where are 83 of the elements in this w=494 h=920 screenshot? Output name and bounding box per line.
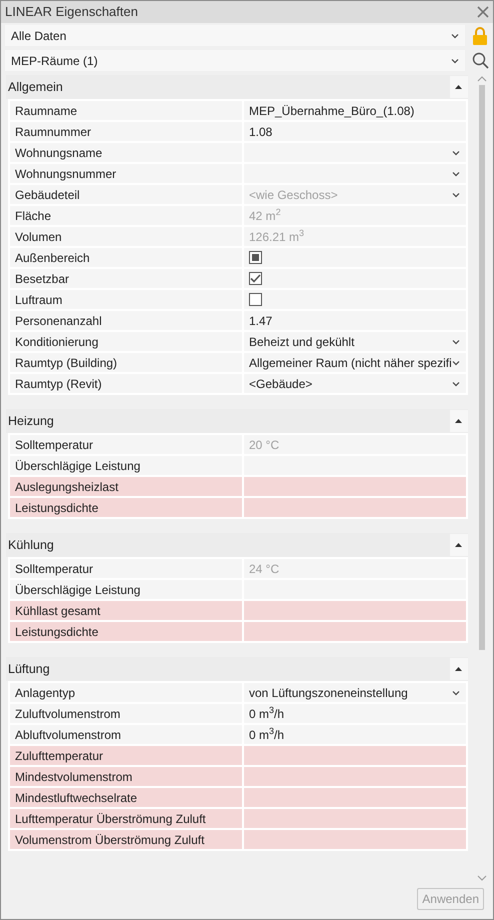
property-label: Überschlägige Leistung — [10, 580, 242, 599]
property-dropdown[interactable] — [244, 164, 466, 183]
property-field[interactable] — [244, 498, 466, 517]
collapse-caret-icon — [455, 419, 462, 423]
section-title: Lüftung — [8, 660, 50, 678]
property-dropdown[interactable]: Beheizt und gekühlt — [244, 332, 466, 351]
section-title: Allgemein — [8, 78, 63, 96]
property-label: Wohnungsnummer — [10, 164, 242, 183]
scrollbar[interactable] — [476, 75, 489, 882]
property-label: Anlagentyp — [10, 683, 242, 702]
window-title: LINEAR Eigenschaften — [5, 3, 138, 22]
property-label: Zulufttemperatur — [10, 746, 242, 765]
chevron-down-icon — [452, 360, 460, 366]
collapse-button[interactable] — [450, 410, 468, 432]
collapse-caret-icon — [455, 667, 462, 671]
property-label: Raumtyp (Building) — [10, 353, 242, 372]
property-field[interactable]: 0 m$^{3}$/h — [244, 704, 466, 723]
property-dropdown[interactable] — [244, 143, 466, 162]
lock-icon[interactable] — [472, 26, 488, 44]
section-title: Heizung — [8, 412, 54, 430]
close-icon[interactable] — [477, 6, 489, 18]
property-label: Solltemperatur — [10, 559, 242, 578]
property-field[interactable]: 1.47 — [244, 311, 466, 330]
property-label: Raumtyp (Revit) — [10, 374, 242, 393]
collapse-button[interactable] — [450, 76, 468, 98]
property-label: Wohnungsname — [10, 143, 242, 162]
chevron-down-icon — [451, 58, 459, 64]
property-label: Überschlägige Leistung — [10, 456, 242, 475]
property-label: Besetzbar — [10, 269, 242, 288]
property-field[interactable]: MEP_Übernahme_Büro_(1.08) — [244, 101, 466, 120]
chevron-down-icon — [452, 150, 460, 156]
property-label: Konditionierung — [10, 332, 242, 351]
chevron-down-icon — [452, 690, 460, 696]
property-label: Mindestluftwechselrate — [10, 788, 242, 807]
chevron-down-icon — [452, 170, 460, 176]
property-label: Luftraum — [10, 290, 242, 309]
property-label: Außenbereich — [10, 248, 242, 267]
property-label: Raumnummer — [10, 122, 242, 141]
checkbox[interactable] — [249, 251, 262, 264]
collapse-button[interactable] — [450, 534, 468, 556]
property-dropdown[interactable]: Allgemeiner Raum (nicht näher spezifi — [244, 353, 466, 372]
property-label: Fläche — [10, 206, 242, 225]
property-label: Auslegungsheizlast — [10, 477, 242, 496]
property-field[interactable] — [244, 622, 466, 641]
chevron-down-icon — [452, 192, 460, 198]
property-field[interactable]: 0 m$^{3}$/h — [244, 725, 466, 744]
filter-dropdown[interactable]: Alle Daten — [5, 25, 465, 46]
property-field[interactable] — [244, 767, 466, 786]
property-label: Leistungsdichte — [10, 622, 242, 641]
collapse-caret-icon — [455, 85, 462, 89]
chevron-down-icon — [452, 338, 460, 344]
property-label: Zuluftvolumenstrom — [10, 704, 242, 723]
property-dropdown[interactable]: <Gebäude> — [244, 374, 466, 393]
checkbox[interactable] — [249, 272, 262, 285]
property-label: Volumenstrom Überströmung Zuluft — [10, 830, 242, 849]
chevron-down-icon — [451, 32, 459, 38]
filter-dropdown[interactable]: MEP-Räume (1) — [5, 50, 465, 71]
scroll-down-icon[interactable] — [477, 874, 488, 882]
chevron-down-icon — [452, 380, 460, 386]
search-icon[interactable] — [472, 52, 488, 69]
property-label: Solltemperatur — [10, 435, 242, 454]
scroll-up-icon[interactable] — [477, 75, 488, 83]
property-field[interactable] — [244, 477, 466, 496]
property-label: Lufttemperatur Überströmung Zuluft — [10, 809, 242, 828]
property-field[interactable] — [244, 830, 466, 849]
property-field[interactable] — [244, 746, 466, 765]
property-dropdown[interactable]: von Lüftungszoneneinstellung — [244, 683, 466, 702]
section-title: Kühlung — [8, 536, 54, 554]
collapse-caret-icon — [455, 543, 462, 547]
collapse-button[interactable] — [450, 658, 468, 680]
property-label: Personenanzahl — [10, 311, 242, 330]
property-field[interactable] — [244, 809, 466, 828]
property-label: Kühllast gesamt — [10, 601, 242, 620]
property-label: Volumen — [10, 227, 242, 246]
property-label: Raumname — [10, 101, 242, 120]
property-label: Leistungsdichte — [10, 498, 242, 517]
property-label: Abluftvolumenstrom — [10, 725, 242, 744]
property-field[interactable] — [244, 788, 466, 807]
property-label: Mindestvolumenstrom — [10, 767, 242, 786]
property-field[interactable]: 1.08 — [244, 122, 466, 141]
property-field[interactable] — [244, 601, 466, 620]
property-label: Gebäudeteil — [10, 185, 242, 204]
checkbox[interactable] — [249, 293, 262, 306]
